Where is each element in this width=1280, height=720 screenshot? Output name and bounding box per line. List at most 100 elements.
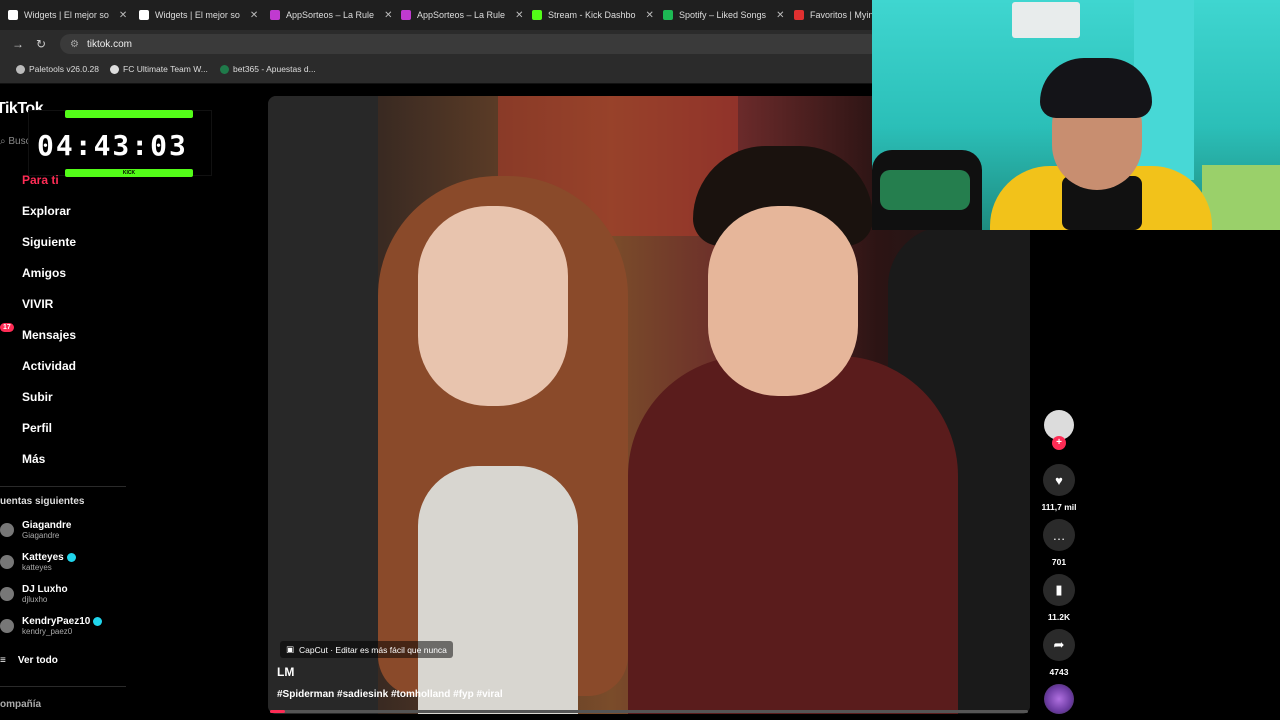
sidebar-item-label: Mensajes (22, 328, 77, 342)
url-field[interactable]: ⚙ tiktok.com (60, 34, 880, 54)
video-progress-bar[interactable] (270, 710, 1028, 713)
following-account[interactable]: KendryPaez10 kendry_paez0 (0, 616, 103, 636)
sidebar-item-label: Amigos (22, 266, 67, 280)
home-icon (0, 174, 12, 186)
video-person-face (418, 206, 568, 406)
browser-tab[interactable]: Favoritos | Myins (786, 4, 886, 26)
tab-title: Widgets | El mejor so (155, 10, 240, 20)
video-hashtags[interactable]: #Spiderman #sadiesink #tomholland #fyp #… (277, 689, 503, 700)
bookmark-favicon-icon (16, 64, 25, 74)
following-icon (0, 236, 12, 248)
timer-brand: KICK (65, 169, 193, 177)
browser-tab[interactable]: AppSorteos – La Rule ✕ (393, 4, 531, 26)
music-disc-icon[interactable] (1044, 684, 1074, 714)
close-tab-icon[interactable]: ✕ (250, 10, 258, 21)
capcut-icon: ▣ (286, 644, 295, 654)
comment-count: 701 (1051, 557, 1067, 567)
sidebar-item-label: Siguiente (22, 235, 77, 249)
sidebar-item-label: Subir (22, 390, 53, 404)
account-names: KendryPaez10 kendry_paez0 (22, 616, 103, 636)
comment-button[interactable]: … (1043, 519, 1075, 551)
bookmark-item[interactable]: FC Ultimate Team W... (110, 64, 208, 74)
following-account[interactable]: Giagandre Giagandre (0, 520, 71, 540)
widgets-icon (8, 10, 18, 20)
share-button[interactable]: ➦ (1043, 629, 1075, 661)
comment-icon: … (1052, 527, 1066, 543)
account-handle: djluxho (22, 595, 48, 604)
save-count: 11.2K (1047, 612, 1071, 622)
site-info-icon[interactable]: ⚙ (70, 39, 79, 50)
account-names: Katteyes katteyes (22, 552, 76, 572)
see-all-button[interactable]: ≡ Ver todo (0, 655, 58, 666)
video-progress-fill (270, 710, 286, 713)
search-icon: ⌕ (0, 136, 6, 147)
bed (1202, 165, 1280, 230)
forward-icon[interactable]: → (12, 37, 24, 51)
close-tab-icon[interactable]: ✕ (776, 10, 784, 21)
kick-icon (532, 10, 542, 20)
sidebar-item-actividad[interactable]: Actividad (0, 359, 76, 373)
following-account[interactable]: DJ Luxho djluxho (0, 584, 68, 604)
sidebar-item-label: Explorar (22, 204, 71, 218)
close-tab-icon[interactable]: ✕ (646, 10, 654, 21)
timer-bar-top (65, 110, 193, 118)
sidebar-item-label: VIVIR (22, 297, 54, 311)
account-handle: Giagandre (22, 531, 60, 540)
live-icon (0, 298, 12, 310)
account-name: KendryPaez10 (22, 616, 103, 627)
sidebar-item-subir[interactable]: Subir (0, 390, 53, 404)
avatar (0, 587, 14, 601)
follow-plus-icon[interactable]: + (1052, 436, 1066, 450)
video-person-dress (418, 466, 578, 714)
browser-tab[interactable]: Widgets | El mejor so ✕ (0, 4, 135, 26)
bookmark-item[interactable]: bet365 - Apuestas d... (220, 64, 316, 74)
browser-tab[interactable]: AppSorteos – La Rule ✕ (262, 4, 400, 26)
unread-badge: 17 (0, 323, 14, 332)
url-text: tiktok.com (86, 38, 132, 50)
sidebar-item-amigos[interactable]: Amigos (0, 266, 66, 280)
sidebar-item-vivir[interactable]: VIVIR (0, 297, 53, 311)
close-tab-icon[interactable]: ✕ (384, 10, 392, 21)
messages-icon: 17 (0, 323, 14, 341)
video-person-face (708, 206, 858, 396)
like-button[interactable]: ♥ (1043, 464, 1075, 496)
tab-title: AppSorteos – La Rule (286, 10, 375, 20)
following-account[interactable]: Katteyes katteyes (0, 552, 76, 572)
close-tab-icon[interactable]: ✕ (515, 10, 523, 21)
sidebar-item-label: Más (22, 452, 46, 466)
close-tab-icon[interactable]: ✕ (119, 10, 127, 21)
bookmark-favicon-icon (220, 64, 229, 74)
account-name-text: Giagandre (22, 520, 72, 531)
share-icon: ➦ (1053, 637, 1065, 652)
account-handle: katteyes (22, 563, 52, 572)
save-button[interactable]: ▮ (1043, 574, 1075, 606)
sidebar-item-para-ti[interactable]: Para ti (0, 173, 59, 187)
reload-icon[interactable]: ↻ (36, 37, 46, 51)
sidebar-item-siguiente[interactable]: Siguiente (0, 235, 76, 249)
browser-tab[interactable]: Stream - Kick Dashbo ✕ (524, 4, 662, 26)
video-background (268, 96, 378, 714)
account-names: Giagandre Giagandre (22, 520, 71, 540)
account-name: DJ Luxho (22, 584, 68, 595)
share-count: 4743 (1049, 667, 1069, 677)
compass-icon (0, 205, 12, 217)
sidebar-item-más[interactable]: Más (0, 452, 45, 466)
capcut-banner[interactable]: ▣ CapCut · Editar es más fácil que nunca (280, 641, 453, 658)
bookmark-label: FC Ultimate Team W... (123, 64, 208, 74)
account-name: Katteyes (22, 552, 76, 563)
browser-tab[interactable]: Widgets | El mejor so ✕ (131, 4, 266, 26)
tab-title: Favoritos | Myins (810, 10, 878, 20)
browser-tab[interactable]: Spotify – Liked Songs ✕ (655, 4, 792, 26)
sidebar-item-mensajes[interactable]: 17 Mensajes (0, 323, 77, 342)
upload-icon (0, 391, 12, 403)
company-section[interactable]: ompañía (0, 699, 41, 710)
bookmark-item[interactable]: Paletools v26.0.28 (16, 64, 99, 74)
sidebar-item-perfil[interactable]: Perfil (0, 421, 52, 435)
video-author[interactable]: LM (277, 665, 294, 679)
account-name-text: Katteyes (22, 552, 64, 563)
sidebar-item-explorar[interactable]: Explorar (0, 204, 71, 218)
account-names: DJ Luxho djluxho (22, 584, 68, 604)
verified-icon (93, 617, 103, 626)
account-name-text: DJ Luxho (22, 584, 68, 595)
bookmark-label: Paletools v26.0.28 (29, 64, 99, 74)
